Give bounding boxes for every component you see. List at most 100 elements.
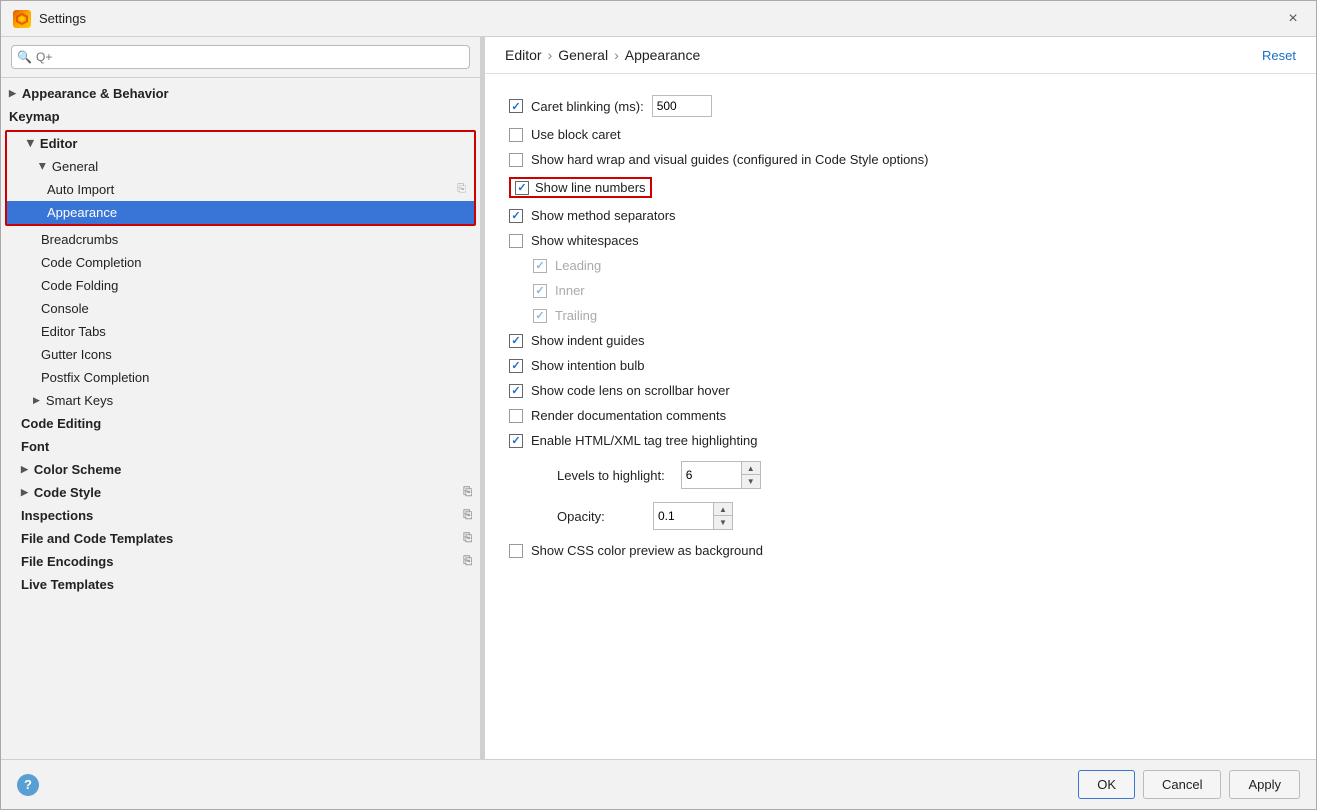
levels-to-highlight-row: Levels to highlight: ▲ ▼ [509,453,1292,494]
sidebar-item-inspections[interactable]: Inspections ⎘ [1,504,480,527]
show-hard-wrap-row: Show hard wrap and visual guides (config… [509,147,1292,172]
show-method-separators-checkbox[interactable] [509,209,523,223]
show-css-color-label: Show CSS color preview as background [531,543,763,558]
sidebar-item-postfix-completion[interactable]: Postfix Completion [1,366,480,389]
sidebar-item-editor[interactable]: ▶ Editor [7,132,474,155]
copy-icon: ⎘ [463,555,472,568]
sidebar-item-console[interactable]: Console [1,297,480,320]
sidebar-item-keymap[interactable]: Keymap [1,105,480,128]
sidebar-item-code-editing[interactable]: Code Editing [1,412,480,435]
close-button[interactable]: × [1282,8,1304,30]
sidebar-item-editor-tabs[interactable]: Editor Tabs [1,320,480,343]
sidebar-item-code-folding[interactable]: Code Folding [1,274,480,297]
sidebar-item-font[interactable]: Font [1,435,480,458]
cancel-button[interactable]: Cancel [1143,770,1221,799]
levels-up-btn[interactable]: ▲ [742,462,760,475]
sidebar-item-gutter-icons[interactable]: Gutter Icons [1,343,480,366]
bottom-buttons: OK Cancel Apply [1078,770,1300,799]
ok-button[interactable]: OK [1078,770,1135,799]
render-docs-label: Render documentation comments [531,408,726,423]
search-input[interactable] [11,45,470,69]
levels-to-highlight-label: Levels to highlight: [557,468,665,483]
leading-row: Leading [509,253,1292,278]
sidebar-item-appearance[interactable]: Appearance [7,201,474,224]
breadcrumb-sep: › [548,47,553,63]
leading-checkbox[interactable] [533,259,547,273]
help-button[interactable]: ? [17,774,39,796]
inner-checkbox[interactable] [533,284,547,298]
show-line-numbers-label: Show line numbers [535,180,646,195]
show-intention-bulb-row: Show intention bulb [509,353,1292,378]
enable-html-xml-label: Enable HTML/XML tag tree highlighting [531,433,757,448]
levels-input[interactable] [681,461,741,489]
triangle-icon: ▶ [9,88,16,99]
show-code-lens-checkbox[interactable] [509,384,523,398]
sidebar-item-color-scheme[interactable]: ▶ Color Scheme [1,458,480,481]
opacity-down-btn[interactable]: ▼ [714,516,732,529]
levels-spinner-buttons: ▲ ▼ [741,461,761,489]
copy-icon: ⎘ [463,532,472,545]
app-icon [13,10,31,28]
triangle-icon: ▶ [21,487,28,498]
enable-html-xml-checkbox[interactable] [509,434,523,448]
inner-row: Inner [509,278,1292,303]
show-indent-guides-checkbox[interactable] [509,334,523,348]
trailing-row: Trailing [509,303,1292,328]
opacity-spinner-buttons: ▲ ▼ [713,502,733,530]
sidebar-item-code-completion[interactable]: Code Completion [1,251,480,274]
use-block-caret-checkbox[interactable] [509,128,523,142]
sidebar-item-file-code-templates[interactable]: File and Code Templates ⎘ [1,527,480,550]
render-docs-checkbox[interactable] [509,409,523,423]
triangle-icon: ▶ [21,464,28,475]
use-block-caret-row: Use block caret [509,122,1292,147]
show-method-separators-row: Show method separators [509,203,1292,228]
sidebar-item-general[interactable]: ▶ General [7,155,474,178]
sidebar-item-smart-keys[interactable]: ▶ Smart Keys [1,389,480,412]
render-docs-row: Render documentation comments [509,403,1292,428]
content-header: Editor › General › Appearance Reset [485,37,1316,74]
caret-blinking-input[interactable] [652,95,712,117]
sidebar-item-breadcrumbs[interactable]: Breadcrumbs [1,228,480,251]
show-code-lens-label: Show code lens on scrollbar hover [531,383,730,398]
dialog-title: Settings [39,11,86,26]
search-wrapper: 🔍 [11,45,470,69]
levels-spinner: ▲ ▼ [681,461,761,489]
main-area: 🔍 ▶ Appearance & Behavior Keymap [1,37,1316,759]
show-code-lens-row: Show code lens on scrollbar hover [509,378,1292,403]
reset-button[interactable]: Reset [1262,48,1296,63]
show-line-numbers-checkbox[interactable] [515,181,529,195]
show-line-numbers-row: Show line numbers [509,172,1292,203]
levels-down-btn[interactable]: ▼ [742,475,760,488]
tree-area: ▶ Appearance & Behavior Keymap ▶ Editor [1,78,480,759]
sidebar-item-live-templates[interactable]: Live Templates [1,573,480,596]
show-whitespaces-checkbox[interactable] [509,234,523,248]
show-css-color-row: Show CSS color preview as background [509,538,1292,563]
sidebar-item-file-encodings[interactable]: File Encodings ⎘ [1,550,480,573]
caret-blinking-label: Caret blinking (ms): [531,99,644,114]
show-whitespaces-label: Show whitespaces [531,233,639,248]
sidebar-item-code-style[interactable]: ▶ Code Style ⎘ [1,481,480,504]
sidebar-item-appearance-behavior[interactable]: ▶ Appearance & Behavior [1,82,480,105]
show-indent-guides-row: Show indent guides [509,328,1292,353]
show-hard-wrap-label: Show hard wrap and visual guides (config… [531,152,928,167]
use-block-caret-label: Use block caret [531,127,621,142]
show-hard-wrap-checkbox[interactable] [509,153,523,167]
search-icon: 🔍 [17,50,32,64]
copy-icon: ⎘ [463,486,472,499]
opacity-input[interactable] [653,502,713,530]
copy-icon: ⎘ [463,509,472,522]
show-intention-bulb-checkbox[interactable] [509,359,523,373]
show-whitespaces-row: Show whitespaces [509,228,1292,253]
editor-outline: ▶ Editor ▶ General Auto Import ⎘ [5,130,476,226]
caret-blinking-checkbox[interactable] [509,99,523,113]
trailing-label: Trailing [555,308,597,323]
apply-button[interactable]: Apply [1229,770,1300,799]
show-css-color-checkbox[interactable] [509,544,523,558]
trailing-checkbox[interactable] [533,309,547,323]
sidebar-item-auto-import[interactable]: Auto Import ⎘ [7,178,474,201]
show-intention-bulb-label: Show intention bulb [531,358,644,373]
show-indent-guides-label: Show indent guides [531,333,644,348]
inner-label: Inner [555,283,585,298]
title-bar: Settings × [1,1,1316,37]
opacity-up-btn[interactable]: ▲ [714,503,732,516]
